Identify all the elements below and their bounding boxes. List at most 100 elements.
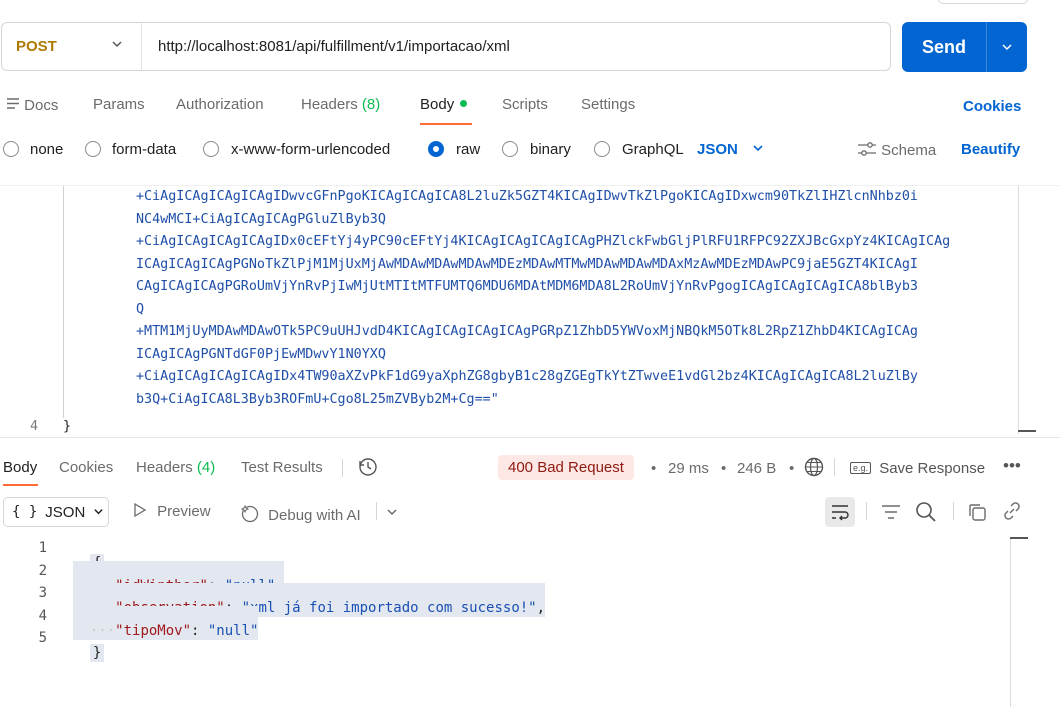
docs-icon <box>7 96 20 113</box>
meta-separator: • <box>789 460 795 477</box>
preview-label: Preview <box>157 503 211 520</box>
search-icon[interactable] <box>915 501 937 528</box>
play-icon <box>133 502 147 521</box>
chevron-down-icon <box>752 141 764 158</box>
divider <box>866 502 867 520</box>
json-value: "xml já foi importado com sucesso!" <box>241 600 537 616</box>
editor-line: NC4wMCI+CiAgICAgICAgPGluZlByb3Q <box>136 211 386 227</box>
editor-line: +CiAgICAgICAgICAgIDx4TW90aXZvPkF1dG9yaXp… <box>136 369 918 384</box>
tab-docs[interactable]: Docs <box>7 96 58 114</box>
copy-icon[interactable] <box>967 502 987 527</box>
radio-raw[interactable] <box>428 141 444 157</box>
tab-authorization[interactable]: Authorization <box>176 96 264 113</box>
json-comma: , <box>536 600 546 616</box>
radio-urlencoded-label[interactable]: x-www-form-urlencoded <box>231 141 390 158</box>
radio-binary[interactable] <box>502 141 518 157</box>
tab-params[interactable]: Params <box>93 96 145 113</box>
filter-icon[interactable] <box>881 502 901 527</box>
response-tab-body[interactable]: Body <box>3 459 37 476</box>
response-tab-underline <box>3 484 38 486</box>
send-button[interactable]: Send <box>902 22 1027 72</box>
response-scrollbar[interactable] <box>1010 538 1011 707</box>
link-icon[interactable] <box>1002 501 1022 526</box>
response-tab-test-results[interactable]: Test Results <box>241 459 323 476</box>
json-key: "tipoMov" <box>115 623 192 639</box>
format-select[interactable]: JSON <box>697 141 764 158</box>
url-input[interactable]: http://localhost:8081/api/fulfillment/v1… <box>142 38 510 55</box>
divider <box>342 459 343 477</box>
chevron-down-icon[interactable] <box>386 505 398 523</box>
editor-scrollbar[interactable] <box>1018 186 1019 434</box>
chevron-down-icon <box>93 504 104 521</box>
radio-graphql-label[interactable]: GraphQL <box>622 141 684 158</box>
tab-body[interactable]: Body <box>420 96 468 113</box>
editor-scrollbar-thumb[interactable] <box>1018 430 1036 432</box>
response-format-select[interactable]: { } JSON <box>3 497 109 527</box>
debug-label: Debug with AI <box>268 507 361 524</box>
close-brace: } <box>89 644 105 662</box>
json-value: "null" <box>207 623 259 639</box>
globe-icon[interactable] <box>804 457 824 482</box>
radio-graphql[interactable] <box>594 141 610 157</box>
response-line-number: 2 <box>38 563 47 579</box>
tab-docs-label: Docs <box>24 97 59 114</box>
tab-body-label: Body <box>420 96 455 113</box>
tab-scripts[interactable]: Scripts <box>502 96 548 113</box>
request-body-editor[interactable]: +CiAgICAgICAgICAgIDwvcGFnPgoKICAgICAgICA… <box>136 186 1016 411</box>
cookies-link[interactable]: Cookies <box>963 98 1021 115</box>
radio-binary-label[interactable]: binary <box>530 141 571 158</box>
tab-headers-count: (8) <box>361 96 381 113</box>
body-indicator-dot <box>460 100 468 107</box>
schema-button[interactable]: Schema <box>857 141 936 161</box>
save-response-label: Save Response <box>879 460 986 477</box>
editor-line: ICAgICAgPGNTdGF0PjEwMDwvY1N0YXQ <box>136 346 386 362</box>
response-scrollbar-thumb[interactable] <box>1010 537 1028 539</box>
response-line-number: 3 <box>38 585 47 601</box>
response-tab-headers[interactable]: Headers (4) <box>136 459 215 476</box>
response-tab-headers-count: (4) <box>196 459 216 476</box>
editor-line: b3Q+CiAgICA8L3Byb3ROFmU+Cgo8L25mZVByb2M+… <box>136 391 499 407</box>
radio-form-data[interactable] <box>85 141 101 157</box>
radio-none-label[interactable]: none <box>30 141 63 158</box>
editor-gutter-guide <box>63 186 64 418</box>
radio-raw-label[interactable]: raw <box>456 141 480 158</box>
send-options-chevron-icon[interactable] <box>987 41 1027 53</box>
tab-headers[interactable]: Headers (8) <box>301 96 380 113</box>
sparkle-icon <box>240 503 260 527</box>
save-response-button[interactable]: e.g. Save Response <box>850 460 985 477</box>
schema-label: Schema <box>881 142 937 159</box>
radio-form-data-label[interactable]: form-data <box>112 141 176 158</box>
radio-none[interactable] <box>3 141 19 157</box>
request-tabs: Docs Params Authorization Headers (8) Bo… <box>0 96 1060 126</box>
response-line-number: 4 <box>38 608 47 624</box>
preview-button[interactable]: Preview <box>133 502 211 521</box>
response-time[interactable]: 29 ms <box>668 460 709 477</box>
response-size[interactable]: 246 B <box>737 460 776 477</box>
url-bar: POST http://localhost:8081/api/fulfillme… <box>1 22 891 71</box>
editor-line: CAgICAgICAgPGRoUmVjYnRvPjIwMjUtMTItMTFUM… <box>136 279 918 294</box>
editor-line: +MTM1MjUyMDAwMDAwOTk5PC9uUHJvdD4KICAgICA… <box>136 324 918 339</box>
editor-line: ICAgICAgICAgPGNoTkZlPjM1MjUxMjAwMDAwMDAw… <box>136 256 918 272</box>
debug-with-ai-button[interactable]: Debug with AI <box>240 503 361 527</box>
wrap-lines-button[interactable] <box>825 497 855 527</box>
top-partial-button[interactable] <box>938 0 1028 4</box>
editor-line: Q <box>136 301 145 317</box>
history-icon[interactable] <box>358 457 378 482</box>
format-label: JSON <box>697 141 738 158</box>
example-icon: e.g. <box>850 462 872 474</box>
more-options-icon[interactable]: ••• <box>1003 456 1021 476</box>
divider <box>834 458 835 476</box>
response-tab-cookies[interactable]: Cookies <box>59 459 113 476</box>
response-line[interactable]: } <box>73 629 105 662</box>
method-select[interactable]: POST <box>2 23 142 70</box>
method-label: POST <box>16 38 57 55</box>
pane-divider[interactable] <box>0 437 1060 438</box>
response-line-number: 5 <box>38 630 47 646</box>
radio-urlencoded[interactable] <box>203 141 219 157</box>
braces-icon: { } <box>12 504 38 520</box>
send-label: Send <box>902 22 987 72</box>
beautify-button[interactable]: Beautify <box>961 141 1020 158</box>
status-badge[interactable]: 400 Bad Request <box>498 455 634 480</box>
meta-separator: • <box>721 460 727 477</box>
tab-settings[interactable]: Settings <box>581 96 635 113</box>
